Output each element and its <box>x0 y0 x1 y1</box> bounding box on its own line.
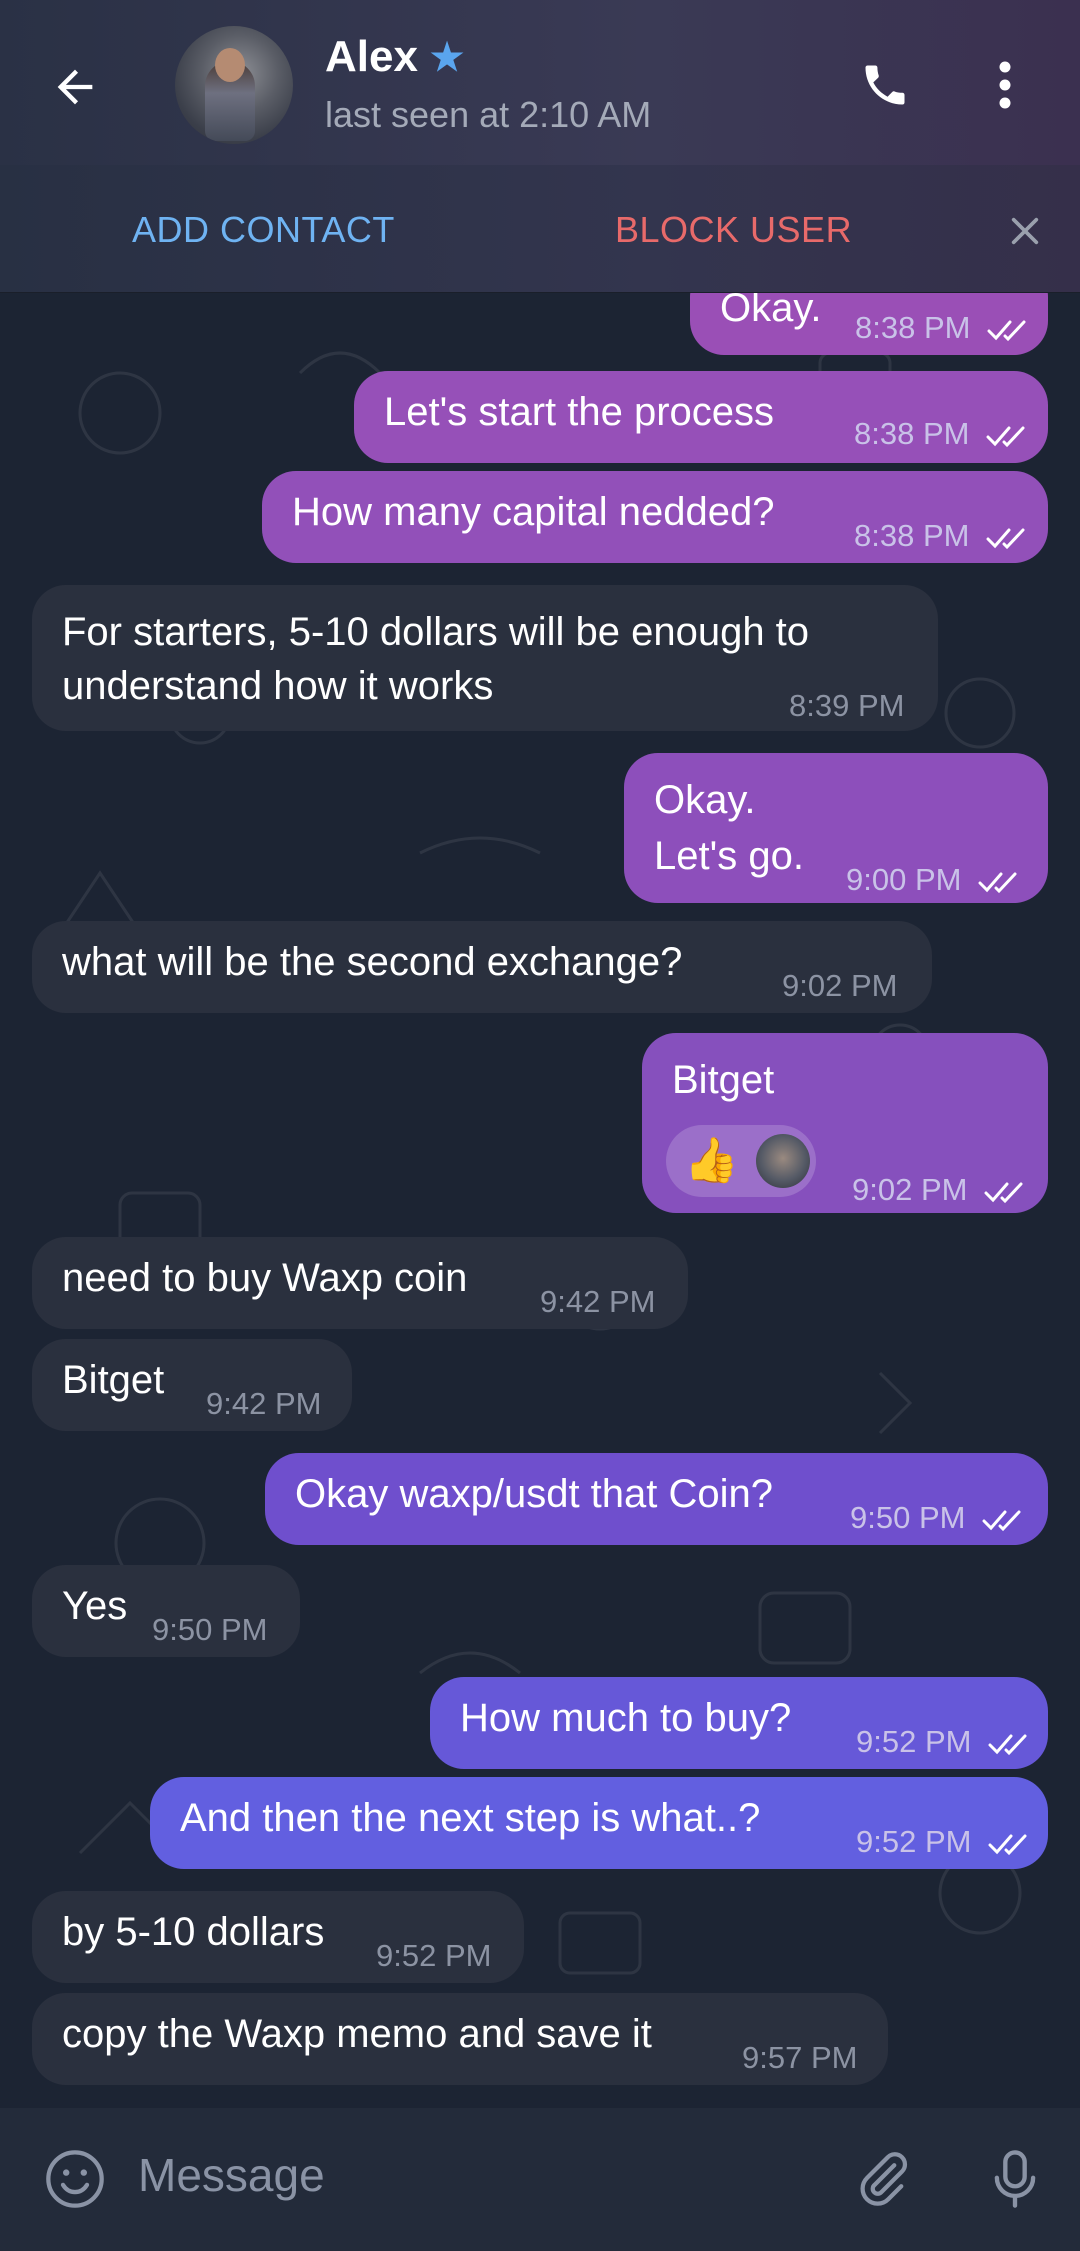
message-text-line: understand how it works <box>62 664 494 708</box>
message-text: what will be the second exchange? <box>62 940 683 984</box>
incoming-message[interactable]: Bitget 9:42 PM <box>32 1339 352 1431</box>
message-text: Let's start the process <box>384 390 775 434</box>
incoming-message[interactable]: by 5-10 dollars 9:52 PM <box>32 1891 524 1983</box>
emoji-icon[interactable] <box>40 2144 110 2214</box>
reactor-avatar <box>756 1134 810 1188</box>
message-time: 9:02 PM <box>782 968 898 1003</box>
incoming-message[interactable]: what will be the second exchange? 9:02 P… <box>32 921 932 1013</box>
message-time: 9:52 PM <box>856 1815 1034 1869</box>
double-check-icon <box>987 320 1026 341</box>
message-text: How many capital nedded? <box>292 490 775 534</box>
message-composer: Message <box>0 2108 1080 2251</box>
message-text: And then the next step is what..? <box>180 1796 761 1840</box>
message-text: Yes <box>62 1584 128 1628</box>
message-text: by 5-10 dollars <box>62 1910 325 1954</box>
phone-icon[interactable] <box>850 50 920 120</box>
message-text: Bitget <box>672 1058 775 1102</box>
outgoing-message[interactable]: And then the next step is what..? 9:52 P… <box>150 1777 1048 1869</box>
more-vertical-icon[interactable] <box>975 50 1035 120</box>
back-arrow-icon[interactable] <box>40 52 110 122</box>
incoming-message[interactable]: For starters, 5-10 dollars will be enoug… <box>32 585 938 731</box>
message-time: 8:39 PM <box>789 688 905 723</box>
message-input[interactable]: Message <box>138 2148 325 2202</box>
double-check-icon <box>988 1834 1027 1855</box>
incoming-message[interactable]: Yes 9:50 PM <box>32 1565 300 1657</box>
star-icon: ★ <box>429 36 465 79</box>
contact-name[interactable]: Alex ★ <box>325 32 464 82</box>
outgoing-message[interactable]: Okay. 8:38 PM <box>690 293 1048 355</box>
message-text: need to buy Waxp coin <box>62 1256 468 1300</box>
add-contact-button[interactable]: ADD CONTACT <box>132 209 395 251</box>
message-time: 9:02 PM <box>852 1163 1030 1217</box>
message-time: 9:50 PM <box>850 1491 1028 1545</box>
message-time: 9:42 PM <box>206 1386 322 1421</box>
message-time: 9:52 PM <box>856 1715 1034 1769</box>
message-text-line: Let's go. <box>654 834 804 878</box>
contact-name-text: Alex <box>325 32 418 81</box>
chat-header: Alex ★ last seen at 2:10 AM <box>0 0 1080 165</box>
new-contact-action-bar: ADD CONTACT BLOCK USER <box>0 165 1080 293</box>
message-time: 9:50 PM <box>152 1612 268 1647</box>
message-time: 8:38 PM <box>854 407 1032 461</box>
close-icon[interactable] <box>1000 206 1050 256</box>
message-text-line: For starters, 5-10 dollars will be enoug… <box>62 610 810 654</box>
incoming-message[interactable]: copy the Waxp memo and save it 9:57 PM <box>32 1993 888 2085</box>
double-check-icon <box>988 1734 1027 1755</box>
message-list[interactable]: Okay. 8:38 PM Let's start the process 8:… <box>0 293 1080 2108</box>
double-check-icon <box>986 528 1025 549</box>
message-time: 8:38 PM <box>855 301 1033 355</box>
double-check-icon <box>978 872 1017 893</box>
outgoing-message[interactable]: Let's start the process 8:38 PM <box>354 371 1048 463</box>
message-time: 9:57 PM <box>742 2040 858 2075</box>
outgoing-message[interactable]: Okay. Let's go. 9:00 PM <box>624 753 1048 903</box>
microphone-icon[interactable] <box>980 2144 1050 2214</box>
message-text: How much to buy? <box>460 1696 792 1740</box>
message-text: Okay waxp/usdt that Coin? <box>295 1472 774 1516</box>
outgoing-message[interactable]: Okay waxp/usdt that Coin? 9:50 PM <box>265 1453 1048 1545</box>
message-time: 9:00 PM <box>846 853 1024 907</box>
double-check-icon <box>982 1510 1021 1531</box>
thumbs-up-icon: 👍 <box>684 1136 739 1185</box>
message-time: 9:42 PM <box>540 1284 656 1319</box>
double-check-icon <box>984 1182 1023 1203</box>
message-time: 9:52 PM <box>376 1938 492 1973</box>
contact-avatar[interactable] <box>175 26 293 144</box>
outgoing-message[interactable]: How much to buy? 9:52 PM <box>430 1677 1048 1769</box>
message-text-line: Okay. <box>654 778 756 822</box>
reaction-chip[interactable]: 👍 <box>666 1125 816 1197</box>
incoming-message[interactable]: need to buy Waxp coin 9:42 PM <box>32 1237 688 1329</box>
double-check-icon <box>986 426 1025 447</box>
message-time: 8:38 PM <box>854 509 1032 563</box>
attach-icon[interactable] <box>848 2144 918 2214</box>
message-text: Okay. <box>720 293 822 330</box>
message-text: copy the Waxp memo and save it <box>62 2012 652 2056</box>
last-seen-status: last seen at 2:10 AM <box>325 94 652 135</box>
outgoing-message[interactable]: How many capital nedded? 8:38 PM <box>262 471 1048 563</box>
block-user-button[interactable]: BLOCK USER <box>615 209 852 251</box>
message-text: Bitget <box>62 1358 165 1402</box>
outgoing-message[interactable]: Bitget 👍 9:02 PM <box>642 1033 1048 1213</box>
